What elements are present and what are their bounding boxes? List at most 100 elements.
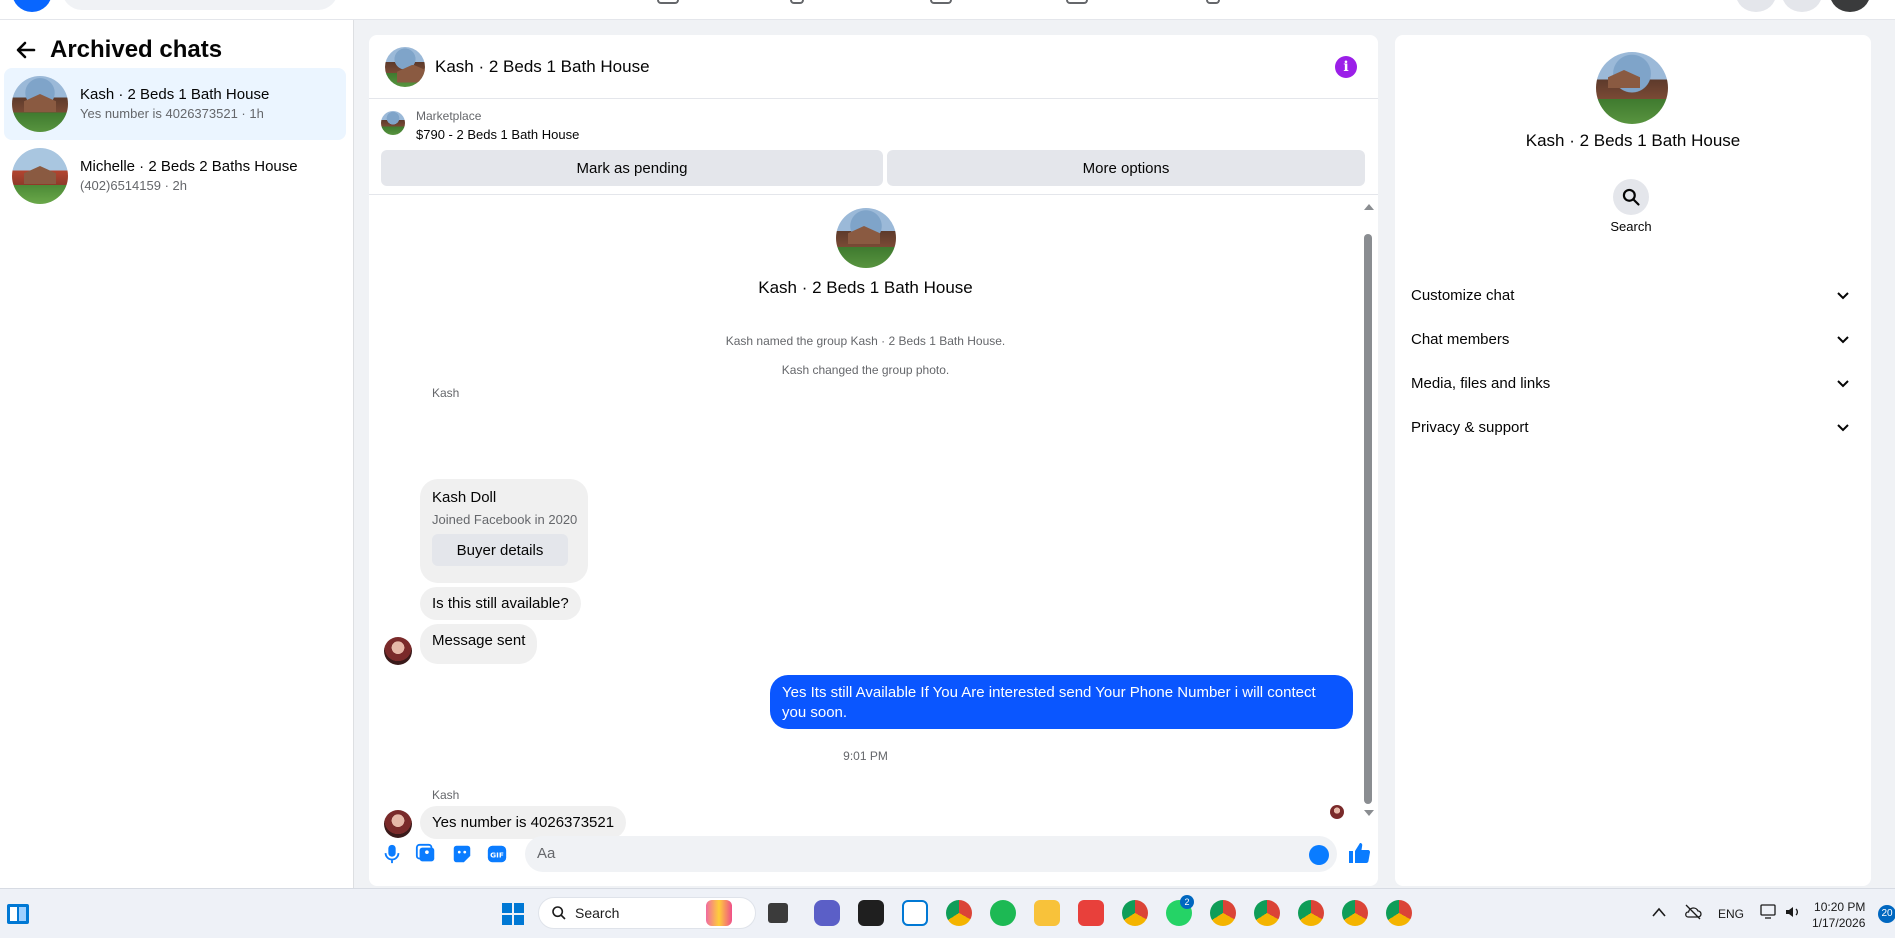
chat-name: Michelle · 2 Beds 2 Baths House — [80, 158, 298, 176]
spotify-icon[interactable] — [990, 900, 1016, 926]
conversation-info-icon[interactable]: i — [1335, 56, 1357, 78]
listing-title[interactable]: $790 - 2 Beds 1 Bath House — [416, 127, 579, 142]
seen-receipt-avatar — [1330, 805, 1344, 819]
conversation-info-panel: Kash · 2 Beds 1 Bath House Search Custom… — [1395, 35, 1871, 886]
chevron-down-icon — [1837, 336, 1849, 344]
top-navigation-bar — [0, 0, 1895, 20]
task-view-icon[interactable] — [768, 903, 788, 923]
sidebar-title: Archived chats — [50, 36, 223, 63]
emoji-icon[interactable] — [1309, 845, 1329, 865]
search-in-conversation-button[interactable] — [1613, 179, 1649, 215]
microphone-icon[interactable] — [381, 843, 403, 865]
media-files-links-section[interactable]: Media, files and links — [1403, 363, 1861, 403]
notification-count-badge[interactable]: 20 — [1878, 905, 1895, 923]
chat-avatar — [12, 76, 68, 132]
volume-icon[interactable] — [1784, 904, 1802, 920]
chat-preview: Yes number is 4026373521 · 1h — [80, 106, 264, 122]
chevron-down-icon — [1837, 380, 1849, 388]
more-options-button[interactable]: More options — [887, 150, 1365, 186]
thread-scrollbar[interactable] — [1362, 204, 1374, 816]
tulip-app-icon[interactable] — [706, 900, 732, 926]
widgets-icon[interactable] — [6, 902, 30, 926]
teams-chat-icon[interactable] — [814, 900, 840, 926]
buyer-joined: Joined Facebook in 2020 — [432, 512, 578, 527]
group-avatar — [836, 208, 896, 268]
whatsapp-badge: 2 — [1180, 895, 1194, 909]
customize-chat-section[interactable]: Customize chat — [1403, 275, 1861, 315]
conversation-avatar[interactable] — [385, 46, 425, 87]
chevron-down-icon — [1837, 424, 1849, 432]
facebook-search-input[interactable] — [62, 0, 338, 10]
home-nav-icon[interactable] — [657, 0, 679, 4]
group-name: Kash · 2 Beds 1 Bath House — [758, 278, 973, 297]
buyer-name: Kash Doll — [432, 489, 497, 506]
menu-grid-icon[interactable] — [1736, 0, 1776, 12]
chat-name: Kash · 2 Beds 1 Bath House — [80, 86, 270, 104]
facebook-logo-icon[interactable] — [12, 0, 52, 12]
chat-preview: (402)6514159 · 2h — [80, 178, 187, 194]
conversation-title[interactable]: Kash · 2 Beds 1 Bath House — [435, 57, 650, 77]
chrome-profile-icon[interactable] — [1254, 900, 1280, 926]
message-thread[interactable]: Kash · 2 Beds 1 Bath House Kash named th… — [369, 196, 1378, 839]
scrollbar-thumb[interactable] — [1364, 234, 1372, 804]
groups-nav-icon[interactable] — [1066, 0, 1088, 4]
incoming-message[interactable]: Is this still available? — [420, 587, 581, 620]
chat-list-item-michelle[interactable]: Michelle · 2 Beds 2 Baths House (402)651… — [4, 140, 346, 212]
sidebar-header: Archived chats — [14, 34, 222, 66]
mark-as-pending-button[interactable]: Mark as pending — [381, 150, 883, 186]
info-avatar[interactable] — [1596, 52, 1668, 124]
sender-label: Kash — [432, 386, 460, 400]
section-label: Chat members — [1411, 330, 1510, 348]
scroll-down-icon[interactable] — [1364, 810, 1374, 816]
monitor-icon[interactable] — [1760, 904, 1778, 920]
gaming-nav-icon[interactable] — [1206, 0, 1220, 4]
buyer-details-button[interactable]: Buyer details — [432, 534, 568, 566]
buyer-profile-card: Kash Doll Joined Facebook in 2020 Buyer … — [420, 479, 588, 583]
chat-members-section[interactable]: Chat members — [1403, 319, 1861, 359]
messenger-icon[interactable] — [1782, 0, 1822, 12]
file-explorer-icon[interactable] — [1034, 900, 1060, 926]
sender-label: Kash — [432, 788, 460, 802]
outgoing-message[interactable]: Yes Its still Available If You Are inter… — [770, 675, 1353, 729]
search-icon — [552, 906, 566, 920]
windows-taskbar: Search 2 ENG 10:20 PM 1/17/2026 20 — [0, 888, 1895, 938]
chat-list-item-kash[interactable]: Kash · 2 Beds 1 Bath House Yes number is… — [4, 68, 346, 140]
search-label: Search — [1610, 219, 1652, 234]
profile-avatar[interactable] — [1830, 0, 1870, 12]
gif-icon[interactable]: GIF — [486, 843, 508, 865]
info-title: Kash · 2 Beds 1 Bath House — [1525, 131, 1741, 150]
chrome-profile-icon[interactable] — [1210, 900, 1236, 926]
sticker-icon[interactable] — [451, 843, 473, 865]
like-thumb-icon[interactable] — [1347, 841, 1371, 865]
section-label: Media, files and links — [1411, 374, 1551, 392]
message-composer: GIF Aa — [369, 824, 1378, 886]
tray-chevron-up-icon[interactable] — [1652, 907, 1666, 917]
system-message: Kash named the group Kash · 2 Beds 1 Bat… — [725, 334, 1006, 348]
chrome-profile-icon[interactable] — [1122, 900, 1148, 926]
marketplace-nav-icon[interactable] — [930, 0, 952, 4]
clock-date: 1/17/2026 — [1812, 916, 1866, 930]
chrome-icon[interactable] — [946, 900, 972, 926]
message-input[interactable]: Aa — [525, 836, 1337, 872]
sender-avatar[interactable] — [384, 637, 412, 665]
sticky-notes-icon[interactable] — [858, 900, 884, 926]
back-arrow-icon[interactable] — [14, 38, 38, 62]
cloud-offline-icon[interactable] — [1684, 904, 1702, 920]
video-nav-icon[interactable] — [790, 0, 804, 4]
photo-icon[interactable] — [415, 843, 437, 865]
anydesk-icon[interactable] — [1078, 900, 1104, 926]
incoming-message[interactable]: Message sent — [420, 624, 538, 664]
chrome-profile-icon[interactable] — [1298, 900, 1324, 926]
chat-avatar — [12, 148, 68, 204]
privacy-support-section[interactable]: Privacy & support — [1403, 407, 1861, 447]
language-indicator[interactable]: ENG — [1718, 907, 1744, 921]
scroll-up-icon[interactable] — [1364, 204, 1374, 210]
chrome-profile-icon[interactable] — [1342, 900, 1368, 926]
chrome-profile-icon[interactable] — [1386, 900, 1412, 926]
system-clock[interactable]: 10:20 PM 1/17/2026 — [1812, 899, 1865, 931]
windows-start-icon[interactable] — [502, 903, 524, 925]
taskbar-search-label: Search — [575, 905, 620, 921]
snipping-tool-icon[interactable] — [902, 900, 928, 926]
marketplace-label: Marketplace — [416, 109, 482, 123]
listing-thumbnail[interactable] — [381, 111, 405, 135]
